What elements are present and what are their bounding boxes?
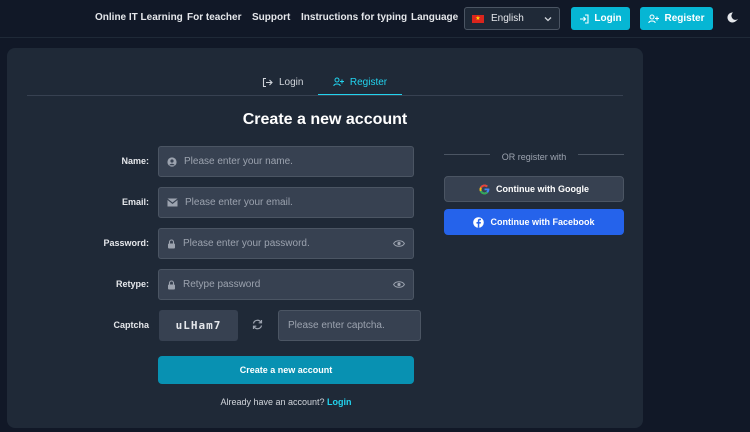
moon-icon[interactable] bbox=[727, 11, 740, 24]
already-have-account-text: Already have an account? bbox=[220, 397, 325, 407]
name-field[interactable] bbox=[158, 146, 414, 177]
user-plus-icon bbox=[648, 14, 660, 23]
login-button[interactable]: Login bbox=[571, 7, 630, 30]
tab-login-label: Login bbox=[279, 77, 304, 88]
chevron-down-icon bbox=[544, 17, 552, 22]
retype-input[interactable] bbox=[183, 279, 373, 290]
tab-register[interactable]: Register bbox=[318, 70, 402, 96]
language-select[interactable]: ★ English bbox=[464, 7, 560, 30]
register-button-label: Register bbox=[664, 13, 705, 24]
page-title: Create a new account bbox=[242, 111, 408, 128]
email-input[interactable] bbox=[185, 197, 375, 208]
google-button-label: Continue with Google bbox=[496, 184, 589, 194]
email-field[interactable] bbox=[158, 187, 414, 218]
name-input[interactable] bbox=[184, 156, 374, 167]
password-field[interactable] bbox=[158, 228, 414, 259]
facebook-button-label: Continue with Facebook bbox=[490, 217, 595, 227]
eye-icon[interactable] bbox=[393, 239, 405, 248]
lock-icon bbox=[168, 238, 175, 248]
captcha-input[interactable] bbox=[288, 320, 413, 331]
login-icon bbox=[262, 77, 273, 88]
tab-login[interactable]: Login bbox=[262, 70, 303, 95]
login-button-label: Login bbox=[594, 13, 622, 24]
nav-link-language[interactable]: Language bbox=[411, 12, 458, 23]
lock-icon bbox=[168, 279, 175, 289]
name-label: Name: bbox=[121, 156, 149, 166]
google-button[interactable]: Continue with Google bbox=[444, 176, 624, 202]
password-input[interactable] bbox=[183, 238, 373, 249]
user-circle-icon bbox=[167, 156, 177, 167]
register-button[interactable]: Register bbox=[640, 7, 713, 30]
vietnam-flag-icon: ★ bbox=[472, 14, 484, 23]
password-label: Password: bbox=[103, 238, 149, 248]
facebook-button[interactable]: Continue with Facebook bbox=[444, 209, 624, 235]
google-icon bbox=[479, 184, 490, 194]
tab-register-label: Register bbox=[349, 76, 388, 88]
or-register-with-text: OR register with bbox=[493, 152, 575, 162]
envelope-icon bbox=[167, 198, 178, 207]
nav-link-for-teacher[interactable]: For teacher bbox=[187, 12, 241, 23]
tabs-divider bbox=[27, 95, 623, 96]
refresh-icon[interactable] bbox=[251, 318, 264, 331]
top-navbar: Online IT Learning For teacher Support I… bbox=[0, 0, 750, 38]
facebook-icon bbox=[473, 216, 485, 228]
nav-link-instructions-for-typing[interactable]: Instructions for typing bbox=[301, 12, 407, 23]
nav-link-support[interactable]: Support bbox=[252, 12, 290, 23]
language-selected: English bbox=[491, 13, 524, 24]
login-link[interactable]: Login bbox=[327, 397, 352, 407]
login-icon bbox=[580, 13, 589, 24]
create-account-button[interactable]: Create a new account bbox=[158, 356, 414, 384]
captcha-label: Captcha bbox=[113, 320, 149, 330]
retype-label: Retype: bbox=[115, 279, 149, 289]
eye-icon[interactable] bbox=[393, 280, 405, 289]
already-have-account: Already have an account? Login bbox=[158, 397, 414, 407]
user-plus-icon bbox=[333, 77, 344, 87]
register-card: Login Register Create a new account Name… bbox=[7, 48, 643, 428]
email-label: Email: bbox=[121, 197, 149, 207]
nav-link-online-it-learning[interactable]: Online IT Learning bbox=[95, 12, 183, 23]
captcha-field[interactable] bbox=[278, 310, 421, 341]
retype-field[interactable] bbox=[158, 269, 414, 300]
or-register-with: OR register with bbox=[444, 152, 624, 162]
captcha-image: uLHam7 bbox=[159, 310, 238, 341]
